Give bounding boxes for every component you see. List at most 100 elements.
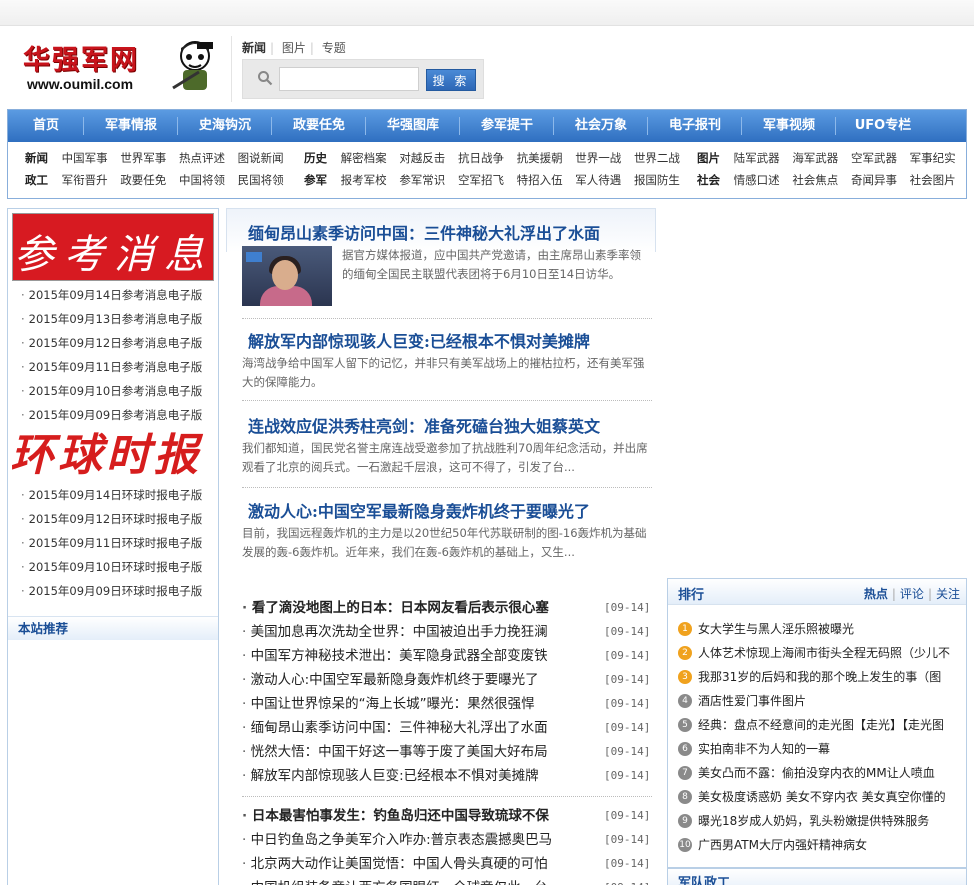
army-section-header: 军队政工 [667, 868, 967, 885]
ranking-item[interactable]: 3 我那31岁的后妈和我的那个晚上发生的事（图 [678, 665, 964, 689]
subnav-link[interactable]: 热点评述 [179, 151, 225, 165]
search-tab-news[interactable]: 新闻 [242, 41, 270, 55]
nav-gallery[interactable]: 华强图库 [366, 110, 460, 142]
ranking-item[interactable]: 9 曝光18岁成人奶妈，乳头粉嫩提供特殊服务 [678, 809, 964, 833]
list-item[interactable]: 2015年09月10日参考消息电子版 [8, 379, 218, 403]
subnav-link[interactable]: 军人待遇 [575, 173, 621, 187]
ranking-item[interactable]: 1 女大学生与黑人淫乐照被曝光 [678, 617, 964, 641]
ranking-item[interactable]: 2 人体艺术惊现上海闹市街头全程无码照（少儿不 [678, 641, 964, 665]
subnav-link[interactable]: 世界二战 [634, 151, 680, 165]
subnav-link[interactable]: 中国将领 [179, 173, 225, 187]
list-item[interactable]: 2015年09月12日环球时报电子版 [8, 507, 218, 531]
subnav-head-history[interactable]: 历史 [304, 151, 327, 165]
subnav-link[interactable]: 军事纪实 [910, 151, 956, 165]
list-item[interactable]: 2015年09月11日环球时报电子版 [8, 531, 218, 555]
nav-society[interactable]: 社会万象 [554, 110, 648, 142]
subnav-head-images[interactable]: 图片 [697, 151, 720, 165]
subnav-link[interactable]: 世界一战 [575, 151, 621, 165]
subnav-link[interactable]: 奇闻异事 [851, 173, 897, 187]
subnav-link[interactable]: 参军常识 [399, 173, 445, 187]
nav-epaper[interactable]: 电子报刊 [648, 110, 742, 142]
subnav-link[interactable]: 空军招飞 [458, 173, 504, 187]
search-input[interactable] [279, 67, 419, 91]
subnav-link[interactable]: 政要任免 [120, 173, 166, 187]
feature-title[interactable]: 解放军内部惊现骇人巨变:已经根本不惧对美摊牌 [248, 328, 590, 352]
list-item[interactable]: 2015年09月13日参考消息电子版 [8, 307, 218, 331]
list-item[interactable]: 2015年09月12日参考消息电子版 [8, 331, 218, 355]
news-row[interactable]: 解放军内部惊现骇人巨变:已经根本不惧对美摊牌 [09-14] [242, 764, 658, 788]
news-row[interactable]: 美国加息再次洗劫全世界：中国被迫出手力挽狂澜 [09-14] [242, 620, 658, 644]
list-item[interactable]: 2015年09月14日参考消息电子版 [8, 283, 218, 307]
subnav-link[interactable]: 世界军事 [120, 151, 166, 165]
nav-ufo[interactable]: UFO专栏 [836, 110, 930, 142]
huanqiu-banner[interactable]: 环球时报 [10, 427, 216, 485]
search-tab-topics[interactable]: 专题 [318, 41, 350, 55]
nav-history[interactable]: 史海钩沉 [178, 110, 272, 142]
news-date: [09-14] [604, 857, 651, 870]
news-row[interactable]: 激动人心:中国空军最新隐身轰炸机终于要曝光了 [09-14] [242, 668, 658, 692]
subnav-head-society[interactable]: 社会 [697, 173, 720, 187]
subnav-link[interactable]: 社会图片 [910, 173, 956, 187]
news-date: [09-14] [604, 721, 651, 734]
news-row[interactable]: 恍然大悟：中国干好这一事等于废了美国大好布局 [09-14] [242, 740, 658, 764]
ranking-item-title: 女大学生与黑人淫乐照被曝光 [698, 622, 855, 636]
subnav-link[interactable]: 抗美援朝 [517, 151, 563, 165]
list-item[interactable]: 2015年09月09日环球时报电子版 [8, 579, 218, 603]
search-button[interactable]: 搜 索 [426, 69, 476, 91]
subnav-link[interactable]: 解密档案 [341, 151, 387, 165]
feature-title[interactable]: 激动人心:中国空军最新隐身轰炸机终于要曝光了 [248, 498, 590, 522]
list-item[interactable]: 2015年09月11日参考消息电子版 [8, 355, 218, 379]
ranking-tab-follow[interactable]: 关注 [936, 587, 960, 601]
news-row[interactable]: 缅甸昂山素季访问中国：三件神秘大礼浮出了水面 [09-14] [242, 716, 658, 740]
list-item[interactable]: 2015年09月10日环球时报电子版 [8, 555, 218, 579]
subnav-link[interactable]: 特招入伍 [517, 173, 563, 187]
ranking-tab-comments[interactable]: 评论 [900, 587, 924, 601]
feature-thumbnail[interactable] [242, 246, 332, 306]
site-logo[interactable]: 华强军网 www.oumil.com [17, 36, 217, 96]
rank-number: 1 [678, 622, 692, 636]
subnav-link[interactable]: 图说新闻 [238, 151, 284, 165]
ranking-item[interactable]: 8 美女极度诱惑奶 美女不穿内衣 美女真空你懂的 [678, 785, 964, 809]
subnav-link[interactable]: 社会焦点 [792, 173, 838, 187]
ranking-item[interactable]: 7 美女凸而不露：偷拍没穿内衣的MM让人喷血 [678, 761, 964, 785]
subnav-link[interactable]: 民国将领 [238, 173, 284, 187]
subnav-link[interactable]: 军衔晋升 [62, 173, 108, 187]
news-row[interactable]: 中国军方神秘技术泄出：美军隐身武器全部变废铁 [09-14] [242, 644, 658, 668]
news-row[interactable]: 北京两大动作让美国觉悟：中国人骨头真硬的可怕 [09-14] [242, 852, 658, 876]
subnav-link[interactable]: 空军武器 [851, 151, 897, 165]
subnav-link[interactable]: 对越反击 [399, 151, 445, 165]
subnav-link[interactable]: 中国军事 [62, 151, 108, 165]
subnav-link[interactable]: 报考军校 [341, 173, 387, 187]
nav-enlist[interactable]: 参军提干 [460, 110, 554, 142]
feature-desc: 我们都知道，国民党名誉主席连战受邀参加了抗战胜利70周年纪念活动，并出席观看了北… [242, 441, 648, 474]
list-item[interactable]: 2015年09月14日环球时报电子版 [8, 483, 218, 507]
nav-military-intel[interactable]: 军事情报 [84, 110, 178, 142]
subnav-link[interactable]: 情感口述 [734, 173, 780, 187]
ranking-item[interactable]: 5 经典：盘点不经意间的走光图【走光】【走光图 [678, 713, 964, 737]
ranking-item[interactable]: 4 酒店性爱门事件图片 [678, 689, 964, 713]
feature-title[interactable]: 缅甸昂山素季访问中国：三件神秘大礼浮出了水面 [248, 220, 600, 244]
feature-title[interactable]: 连战效应促洪秀柱亮剑：准备死磕台独大姐蔡英文 [248, 413, 600, 437]
ranking-tab-hot[interactable]: 热点 [864, 587, 888, 601]
subnav-head-enlist[interactable]: 参军 [304, 173, 327, 187]
subnav-link[interactable]: 海军武器 [792, 151, 838, 165]
cankao-banner[interactable]: 参考消息 [12, 213, 214, 281]
nav-video[interactable]: 军事视频 [742, 110, 836, 142]
news-row[interactable]: 看了滴没地图上的日本：日本网友看后表示很心塞 [09-14] [242, 596, 658, 620]
subnav-head-politics[interactable]: 政工 [25, 173, 48, 187]
search-tab-images[interactable]: 图片 [278, 41, 310, 55]
news-row[interactable]: 日本最害怕事发生：钓鱼岛归还中国导致琉球不保 [09-14] [242, 804, 658, 828]
news-row[interactable]: 中日钓鱼岛之争美军介入咋办:普京表态震撼奥巴马 [09-14] [242, 828, 658, 852]
news-row[interactable]: 中国机组装备竟让西方各国眼红，全球竟仅此一台 [09-14] [242, 876, 658, 885]
news-row[interactable]: 中国让世界惊呆的“海上长城”曝光：果然很强悍 [09-14] [242, 692, 658, 716]
rank-number: 4 [678, 694, 692, 708]
subnav-link[interactable]: 陆军武器 [734, 151, 780, 165]
nav-home[interactable]: 首页 [8, 110, 84, 142]
ranking-item[interactable]: 6 实拍南非不为人知的一幕 [678, 737, 964, 761]
subnav-link[interactable]: 报国防生 [634, 173, 680, 187]
subnav-link[interactable]: 抗日战争 [458, 151, 504, 165]
nav-appointments[interactable]: 政要任免 [272, 110, 366, 142]
ranking-item[interactable]: 10 广西男ATM大厅内强奸精神病女 [678, 833, 964, 857]
list-item[interactable]: 2015年09月09日参考消息电子版 [8, 403, 218, 427]
subnav-head-news[interactable]: 新闻 [25, 151, 48, 165]
